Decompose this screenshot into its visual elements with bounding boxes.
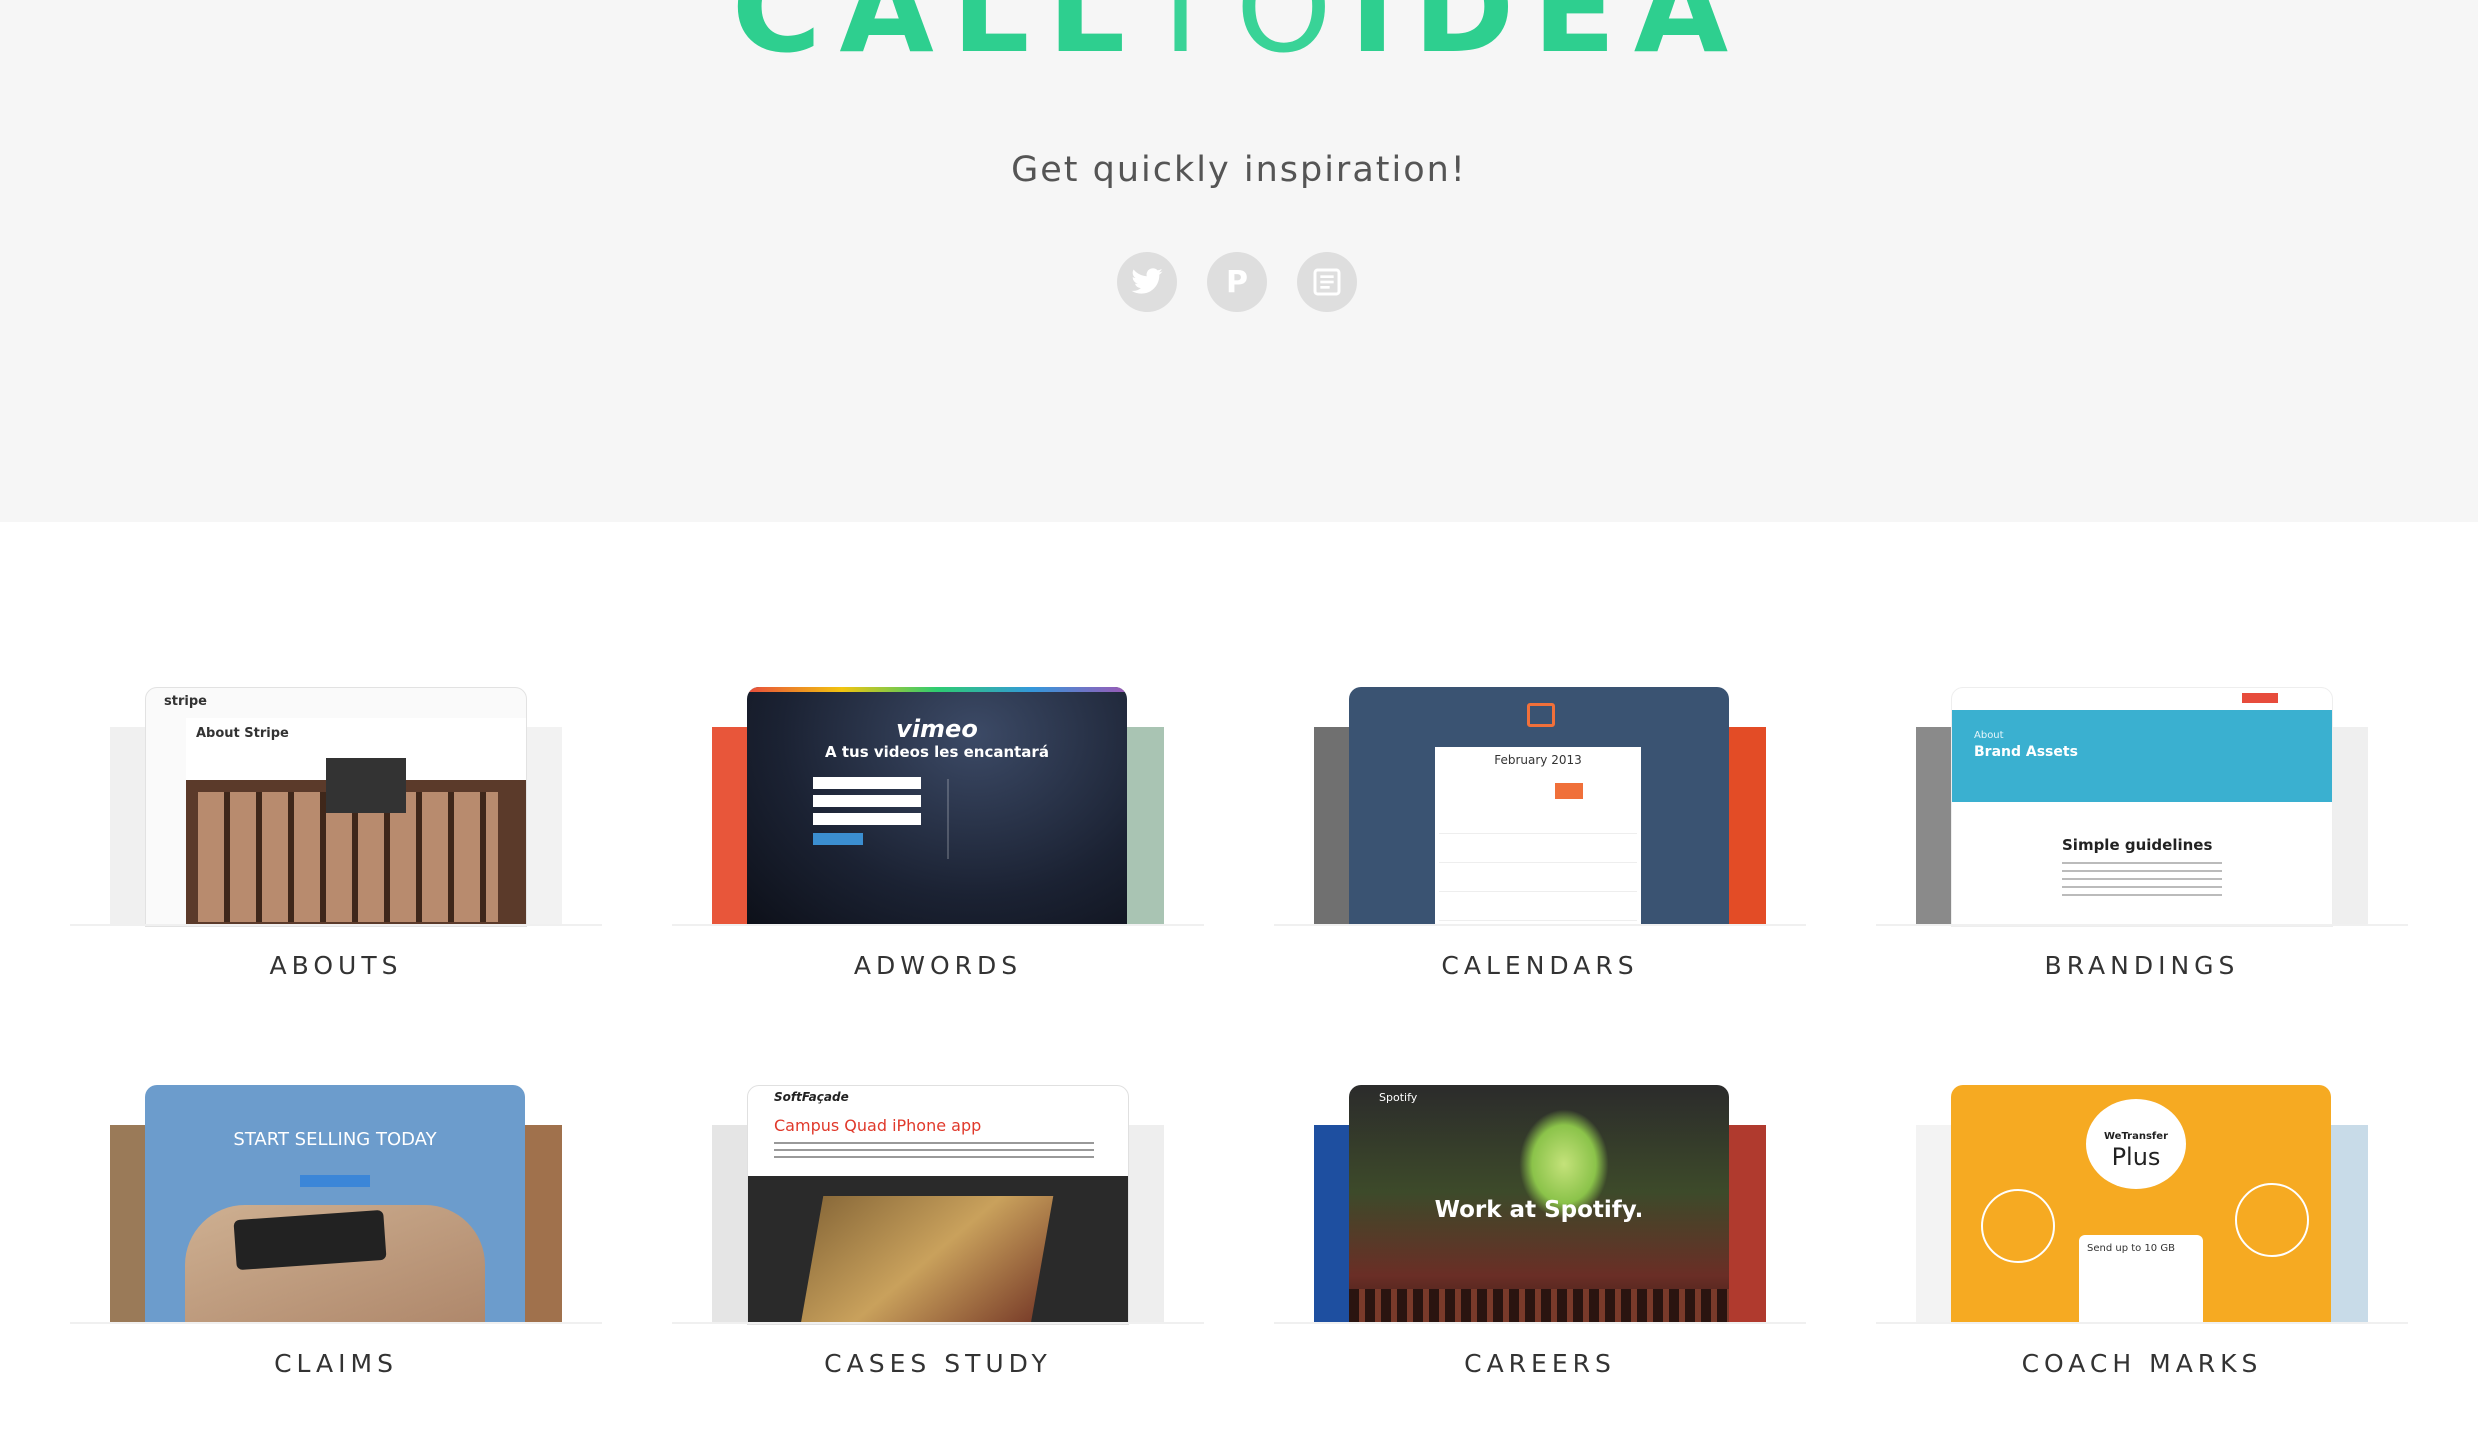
preview-heading: Work at Spotify. [1434,1197,1644,1223]
tagline: Get quickly inspiration! [1011,150,1467,190]
twitter-icon [1131,268,1163,294]
preview-heading: Plus [2111,1143,2161,1171]
card-preview: vimeo A tus videos les encantará [672,687,1204,926]
pinterest-icon: P [1226,264,1248,300]
social-links: P [1117,252,1357,312]
preview-image: vimeo A tus videos les encantará [747,687,1127,925]
category-card-careers[interactable]: Spotify Work at Spotify. CAREERS [1274,1058,1806,1398]
category-title[interactable]: CASES STUDY [672,1349,1204,1378]
preview-brand: vimeo [896,715,978,743]
site-logo[interactable]: CALLTOIDEA [0,0,2478,70]
blog-button[interactable] [1297,252,1357,312]
card-preview: About Brand Assets Simple guidelines [1876,687,2408,927]
category-title[interactable]: CAREERS [1274,1349,1806,1378]
category-card-brandings[interactable]: About Brand Assets Simple guidelines BRA… [1876,660,2408,1000]
category-title[interactable]: ADWORDS [672,951,1204,980]
category-card-adwords[interactable]: vimeo A tus videos les encantará ADWORDS [672,660,1204,1000]
preview-brand: WeTransfer [2104,1131,2168,1142]
category-card-coach-marks[interactable]: WeTransfer Plus Send up to 10 GB COACH M… [1876,1058,2408,1398]
preview-brand: Spotify [1379,1091,1418,1104]
card-preview: WeTransfer Plus Send up to 10 GB [1876,1085,2408,1324]
category-card-calendars[interactable]: February 2013 CALENDARS [1274,660,1806,1000]
preview-image: February 2013 [1349,687,1729,925]
logo-part-idea: IDEA [1349,0,1747,80]
preview-image: START SELLING TODAY [145,1085,525,1323]
category-title[interactable]: ABOUTS [70,951,602,980]
pinterest-button[interactable]: P [1207,252,1267,312]
card-preview: stripe About Stripe [70,687,602,927]
category-card-abouts[interactable]: stripe About Stripe ABOUTS [70,660,602,1000]
category-title[interactable]: CLAIMS [70,1349,602,1378]
card-preview: SoftFaçade Campus Quad iPhone app [672,1085,1204,1325]
preview-label: About [1974,730,2004,741]
preview-subheading: Send up to 10 GB [2087,1243,2175,1254]
preview-month: February 2013 [1494,753,1582,767]
twitter-button[interactable] [1117,252,1177,312]
preview-subheading: Simple guidelines [2062,836,2213,854]
preview-heading: START SELLING TODAY [233,1129,437,1150]
category-card-claims[interactable]: START SELLING TODAY CLAIMS [70,1058,602,1398]
card-preview: START SELLING TODAY [70,1085,602,1324]
category-title[interactable]: BRANDINGS [1876,951,2408,980]
logo-part-to: TO [1143,0,1350,80]
preview-heading: Campus Quad iPhone app [774,1116,982,1135]
preview-heading: About Stripe [196,726,289,741]
preview-heading: A tus videos les encantará [825,743,1049,761]
preview-brand: stripe [164,694,207,709]
preview-image: About Brand Assets Simple guidelines [1951,687,2333,927]
card-preview: Spotify Work at Spotify. [1274,1085,1806,1324]
logo-part-call: CALL [731,0,1144,80]
category-title[interactable]: CALENDARS [1274,951,1806,980]
blog-icon [1313,268,1341,296]
preview-image: Spotify Work at Spotify. [1349,1085,1729,1323]
category-card-cases-study[interactable]: SoftFaçade Campus Quad iPhone app CASES … [672,1058,1204,1398]
category-title[interactable]: COACH MARKS [1876,1349,2408,1378]
preview-image: SoftFaçade Campus Quad iPhone app [747,1085,1129,1325]
preview-heading: Brand Assets [1974,744,2078,760]
preview-image: stripe About Stripe [145,687,527,927]
preview-brand: SoftFaçade [774,1090,849,1104]
preview-image: WeTransfer Plus Send up to 10 GB [1951,1085,2331,1323]
card-preview: February 2013 [1274,687,1806,926]
hero-header: CALLTOIDEA Get quickly inspiration! P [0,0,2478,522]
